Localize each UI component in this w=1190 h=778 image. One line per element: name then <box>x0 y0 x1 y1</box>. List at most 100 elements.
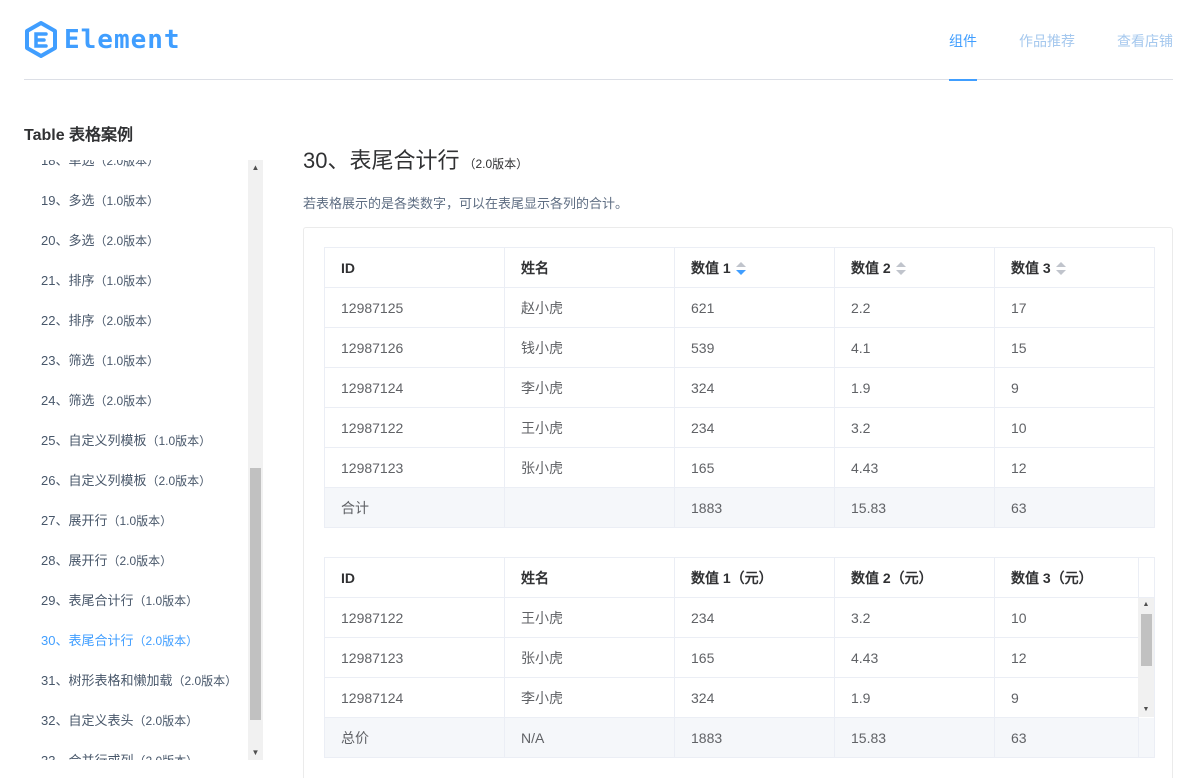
table-row[interactable]: 12987125 赵小虎 621 2.2 17 <box>324 287 1155 328</box>
table-cell: 539 <box>674 327 835 368</box>
column-header-label: 数值 2 <box>851 259 891 276</box>
column-header: 数值 3（元） <box>994 557 1139 598</box>
sidebar-item-version: （2.0版本） <box>133 634 199 648</box>
sort-caret-icon[interactable] <box>1055 261 1067 276</box>
sidebar-item[interactable]: 31、树形表格和懒加载（2.0版本） <box>24 661 248 701</box>
sidebar-item-version: （1.0版本） <box>94 274 160 288</box>
nav-item-1[interactable]: 作品推荐 <box>1019 0 1075 80</box>
sidebar-item-version: （2.0版本） <box>94 394 160 408</box>
sidebar-item[interactable]: 23、筛选（1.0版本） <box>24 341 248 381</box>
sidebar-item-label: 24、筛选 <box>41 393 95 408</box>
column-header[interactable]: 数值 2 <box>834 247 995 288</box>
sidebar-item[interactable]: 24、筛选（2.0版本） <box>24 381 248 421</box>
scrollbar-thumb[interactable] <box>250 468 261 720</box>
summary-cell: 1883 <box>674 717 835 758</box>
column-header: 数值 1（元） <box>674 557 835 598</box>
table-cell: 12 <box>994 447 1155 488</box>
sidebar-item[interactable]: 22、排序（2.0版本） <box>24 301 248 341</box>
sidebar-item[interactable]: 21、排序（1.0版本） <box>24 261 248 301</box>
summary-cell: 15.83 <box>834 487 995 528</box>
table-cell: 324 <box>674 677 835 718</box>
scroll-up-icon[interactable]: ▲ <box>1138 598 1154 612</box>
sidebar-item-label: 33、合并行或列 <box>41 753 133 760</box>
summary-cell: 总价 <box>324 717 505 758</box>
summary-cell <box>504 487 675 528</box>
column-header[interactable]: 数值 3 <box>994 247 1155 288</box>
summary-cell: 合计 <box>324 487 505 528</box>
table-cell: 4.43 <box>834 637 995 678</box>
table-row[interactable]: 12987124 李小虎 324 1.9 9 <box>324 677 1155 718</box>
table-cell: 12987124 <box>324 677 505 718</box>
sidebar-item[interactable]: 33、合并行或列（2.0版本） <box>24 741 248 760</box>
table-cell: 12987123 <box>324 447 505 488</box>
table-cell: 4.1 <box>834 327 995 368</box>
table-scrollbar-thumb[interactable] <box>1141 614 1152 666</box>
sidebar-item-label: 22、排序 <box>41 313 95 328</box>
sidebar-item-version: （1.0版本） <box>107 514 173 528</box>
sidebar-item[interactable]: 26、自定义列模板（2.0版本） <box>24 461 248 501</box>
column-header-label: 数值 2（元） <box>851 569 933 586</box>
sidebar-item[interactable]: 28、展开行（2.0版本） <box>24 541 248 581</box>
sidebar-item[interactable]: 27、展开行（1.0版本） <box>24 501 248 541</box>
sidebar-item-label: 19、多选 <box>41 193 95 208</box>
table-cell: 张小虎 <box>504 637 675 678</box>
column-header-label: 数值 3（元） <box>1011 569 1093 586</box>
sidebar-item[interactable]: 30、表尾合计行（2.0版本） <box>24 621 248 661</box>
sidebar-item-version: （2.0版本） <box>146 474 212 488</box>
sidebar-item-label: 30、表尾合计行 <box>41 633 134 648</box>
table-cell: 钱小虎 <box>504 327 675 368</box>
sidebar-item-label: 20、多选 <box>41 233 95 248</box>
table-cell: 10 <box>994 597 1139 638</box>
table-cell: 赵小虎 <box>504 287 675 328</box>
sort-caret-icon[interactable] <box>895 261 907 276</box>
table-cell: 3.2 <box>834 597 995 638</box>
sidebar-item[interactable]: 20、多选（2.0版本） <box>24 221 248 261</box>
sidebar-item[interactable]: 18、单选（2.0版本） <box>24 160 248 181</box>
table-scrollbar[interactable]: ▲ ▼ <box>1138 598 1154 717</box>
table-cell: 12987123 <box>324 637 505 678</box>
table-cell: 12987125 <box>324 287 505 328</box>
summary-cell: 1883 <box>674 487 835 528</box>
summary-row: 总价 N/A 1883 15.83 63 <box>324 717 1155 758</box>
column-header: 姓名 <box>504 247 675 288</box>
table-cell: 324 <box>674 367 835 408</box>
sidebar-scrollbar[interactable]: ▲ ▼ <box>248 160 263 760</box>
table-cell: 12 <box>994 637 1139 678</box>
column-header: ID <box>324 247 505 288</box>
table-row[interactable]: 12987122 王小虎 234 3.2 10 <box>324 597 1155 638</box>
table-row[interactable]: 12987123 张小虎 165 4.43 12 <box>324 637 1155 678</box>
table-cell: 9 <box>994 367 1155 408</box>
sidebar-item-version: （2.0版本） <box>94 234 160 248</box>
table-cell: 12987122 <box>324 407 505 448</box>
column-header-label: 数值 1 <box>691 259 731 276</box>
sidebar-item[interactable]: 32、自定义表头（2.0版本） <box>24 701 248 741</box>
table-row[interactable]: 12987122 王小虎 234 3.2 10 <box>324 407 1155 448</box>
sidebar-item-version: （1.0版本） <box>94 194 160 208</box>
custom-summary-table: ID 姓名 数值 1（元） 数值 2（元） 数值 3（元） 12987122 王小虎 234… <box>324 557 1155 758</box>
sidebar-item-version: （1.0版本） <box>94 354 160 368</box>
table-cell: 10 <box>994 407 1155 448</box>
table-cell: 9 <box>994 677 1139 718</box>
sidebar-item[interactable]: 19、多选（1.0版本） <box>24 181 248 221</box>
column-header: ID <box>324 557 505 598</box>
summary-row: 合计 1883 15.83 63 <box>324 487 1155 528</box>
element-logo[interactable]: Element <box>24 20 181 60</box>
sidebar-item[interactable]: 25、自定义列模板（1.0版本） <box>24 421 248 461</box>
table-row[interactable]: 12987126 钱小虎 539 4.1 15 <box>324 327 1155 368</box>
column-header[interactable]: 数值 1 <box>674 247 835 288</box>
sort-caret-icon[interactable] <box>735 261 747 276</box>
nav-item-0[interactable]: 组件 <box>949 0 977 81</box>
sidebar-item-version: （2.0版本） <box>94 160 160 168</box>
sidebar-item[interactable]: 29、表尾合计行（1.0版本） <box>24 581 248 621</box>
scroll-down-icon[interactable]: ▼ <box>248 745 263 760</box>
sidebar-item-label: 18、单选 <box>41 160 95 168</box>
nav-item-2[interactable]: 查看店铺 <box>1117 0 1173 80</box>
scroll-up-icon[interactable]: ▲ <box>248 160 263 175</box>
sidebar-item-version: （2.0版本） <box>172 674 238 688</box>
logo-text: Element <box>64 25 181 55</box>
scroll-down-icon[interactable]: ▼ <box>1138 703 1154 717</box>
table-cell: 12987122 <box>324 597 505 638</box>
table-row[interactable]: 12987124 李小虎 324 1.9 9 <box>324 367 1155 408</box>
table-cell: 王小虎 <box>504 597 675 638</box>
table-row[interactable]: 12987123 张小虎 165 4.43 12 <box>324 447 1155 488</box>
